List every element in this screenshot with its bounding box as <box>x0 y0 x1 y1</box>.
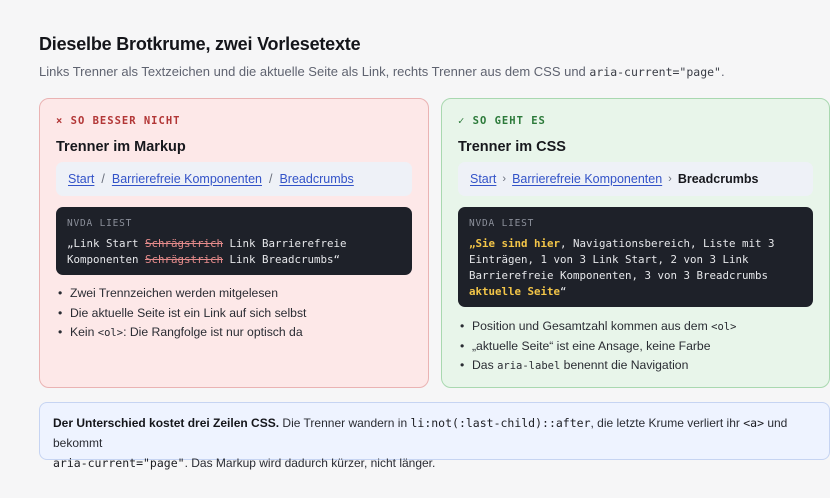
list-item: „aktuelle Seite“ ist eine Ansage, keine … <box>458 337 736 357</box>
bad-crumb-separator: / <box>101 172 105 186</box>
good-points-list: Position und Gesamtzahl kommen aus dem <… <box>458 317 736 376</box>
bad-crumb-components-link[interactable]: Barrierefreie Komponenten <box>112 172 262 186</box>
strike-separator: Schrägstrich <box>145 253 224 266</box>
list-item: Die aktuelle Seite ist ein Link auf sich… <box>56 304 306 324</box>
bad-crumb-breadcrumbs-link[interactable]: Breadcrumbs <box>279 172 353 186</box>
good-breadcrumb: Start › Barrierefreie Komponenten › Brea… <box>458 162 813 196</box>
bad-example-tag: × SO BESSER NICHT <box>56 115 181 127</box>
strike-separator: Schrägstrich <box>145 237 224 250</box>
bad-crumb-start-link[interactable]: Start <box>68 172 94 186</box>
summary-note-lead: Der Unterschied kostet drei Zeilen CSS. <box>53 416 280 430</box>
list-item: Position und Gesamtzahl kommen aus dem <… <box>458 317 736 337</box>
good-reader-label: NVDA LIEST <box>469 218 535 229</box>
summary-note: Der Unterschied kostet drei Zeilen CSS. … <box>39 402 830 470</box>
bad-reader-label: NVDA LIEST <box>67 218 133 229</box>
bad-points-list: Zwei Trennzeichen werden mitgelesen Die … <box>56 284 306 343</box>
page-subtitle: Links Trenner als Textzeichen und die ak… <box>39 64 725 79</box>
bad-example-panel: × SO BESSER NICHT Trenner im Markup Star… <box>39 98 429 388</box>
good-screenreader-output: NVDA LIEST „Sie sind hier, Navigationsbe… <box>458 207 813 307</box>
highlight-phrase: Sie sind hier <box>475 237 561 250</box>
good-reader-text: „Sie sind hier, Navigationsbereich, List… <box>469 237 775 298</box>
subtitle-text: Links Trenner als Textzeichen und die ak… <box>39 64 586 79</box>
subtitle-end: . <box>720 64 725 79</box>
good-crumb-components-link[interactable]: Barrierefreie Komponenten <box>512 172 662 186</box>
page-title: Dieselbe Brotkrume, zwei Vorlesetexte <box>39 34 361 54</box>
good-example-panel: ✓ SO GEHT ES Trenner im CSS Start › Barr… <box>441 98 830 388</box>
list-item: Zwei Trennzeichen werden mitgelesen <box>56 284 306 304</box>
chevron-right-icon: › <box>502 173 507 185</box>
good-example-tag: ✓ SO GEHT ES <box>458 115 546 127</box>
bad-example-heading: Trenner im Markup <box>56 139 186 155</box>
bad-breadcrumb: Start / Barrierefreie Komponenten / Brea… <box>56 162 412 196</box>
bad-screenreader-output: NVDA LIEST „Link Start Schrägstrich Link… <box>56 207 412 275</box>
chevron-right-icon: › <box>668 173 672 185</box>
highlight-phrase: aktuelle Seite <box>469 285 561 298</box>
list-item: Kein <ol>: Die Rangfolge ist nur optisch… <box>56 323 306 343</box>
bad-reader-text: „Link Start Schrägstrich Link Barrierefr… <box>67 237 347 266</box>
subtitle-code: aria-current="page" <box>589 65 721 79</box>
list-item: Das aria-label benennt die Navigation <box>458 356 736 376</box>
good-crumb-current-page: Breadcrumbs <box>677 172 759 186</box>
good-example-heading: Trenner im CSS <box>458 139 566 155</box>
good-crumb-start-link[interactable]: Start <box>470 172 496 186</box>
bad-crumb-separator: / <box>268 172 273 186</box>
